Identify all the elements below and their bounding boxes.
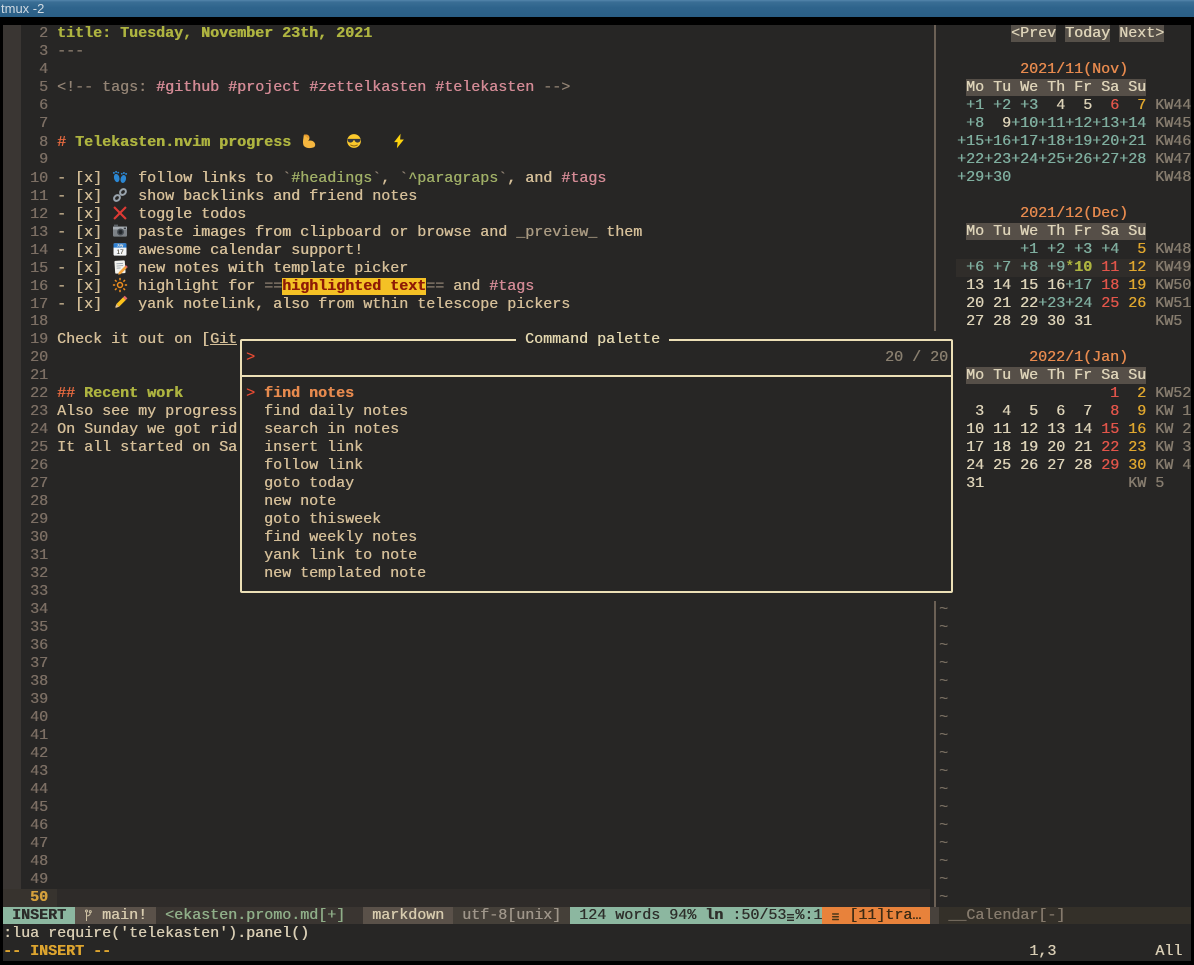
svg-text:July: July: [117, 244, 124, 248]
svg-text:17: 17: [116, 249, 124, 256]
